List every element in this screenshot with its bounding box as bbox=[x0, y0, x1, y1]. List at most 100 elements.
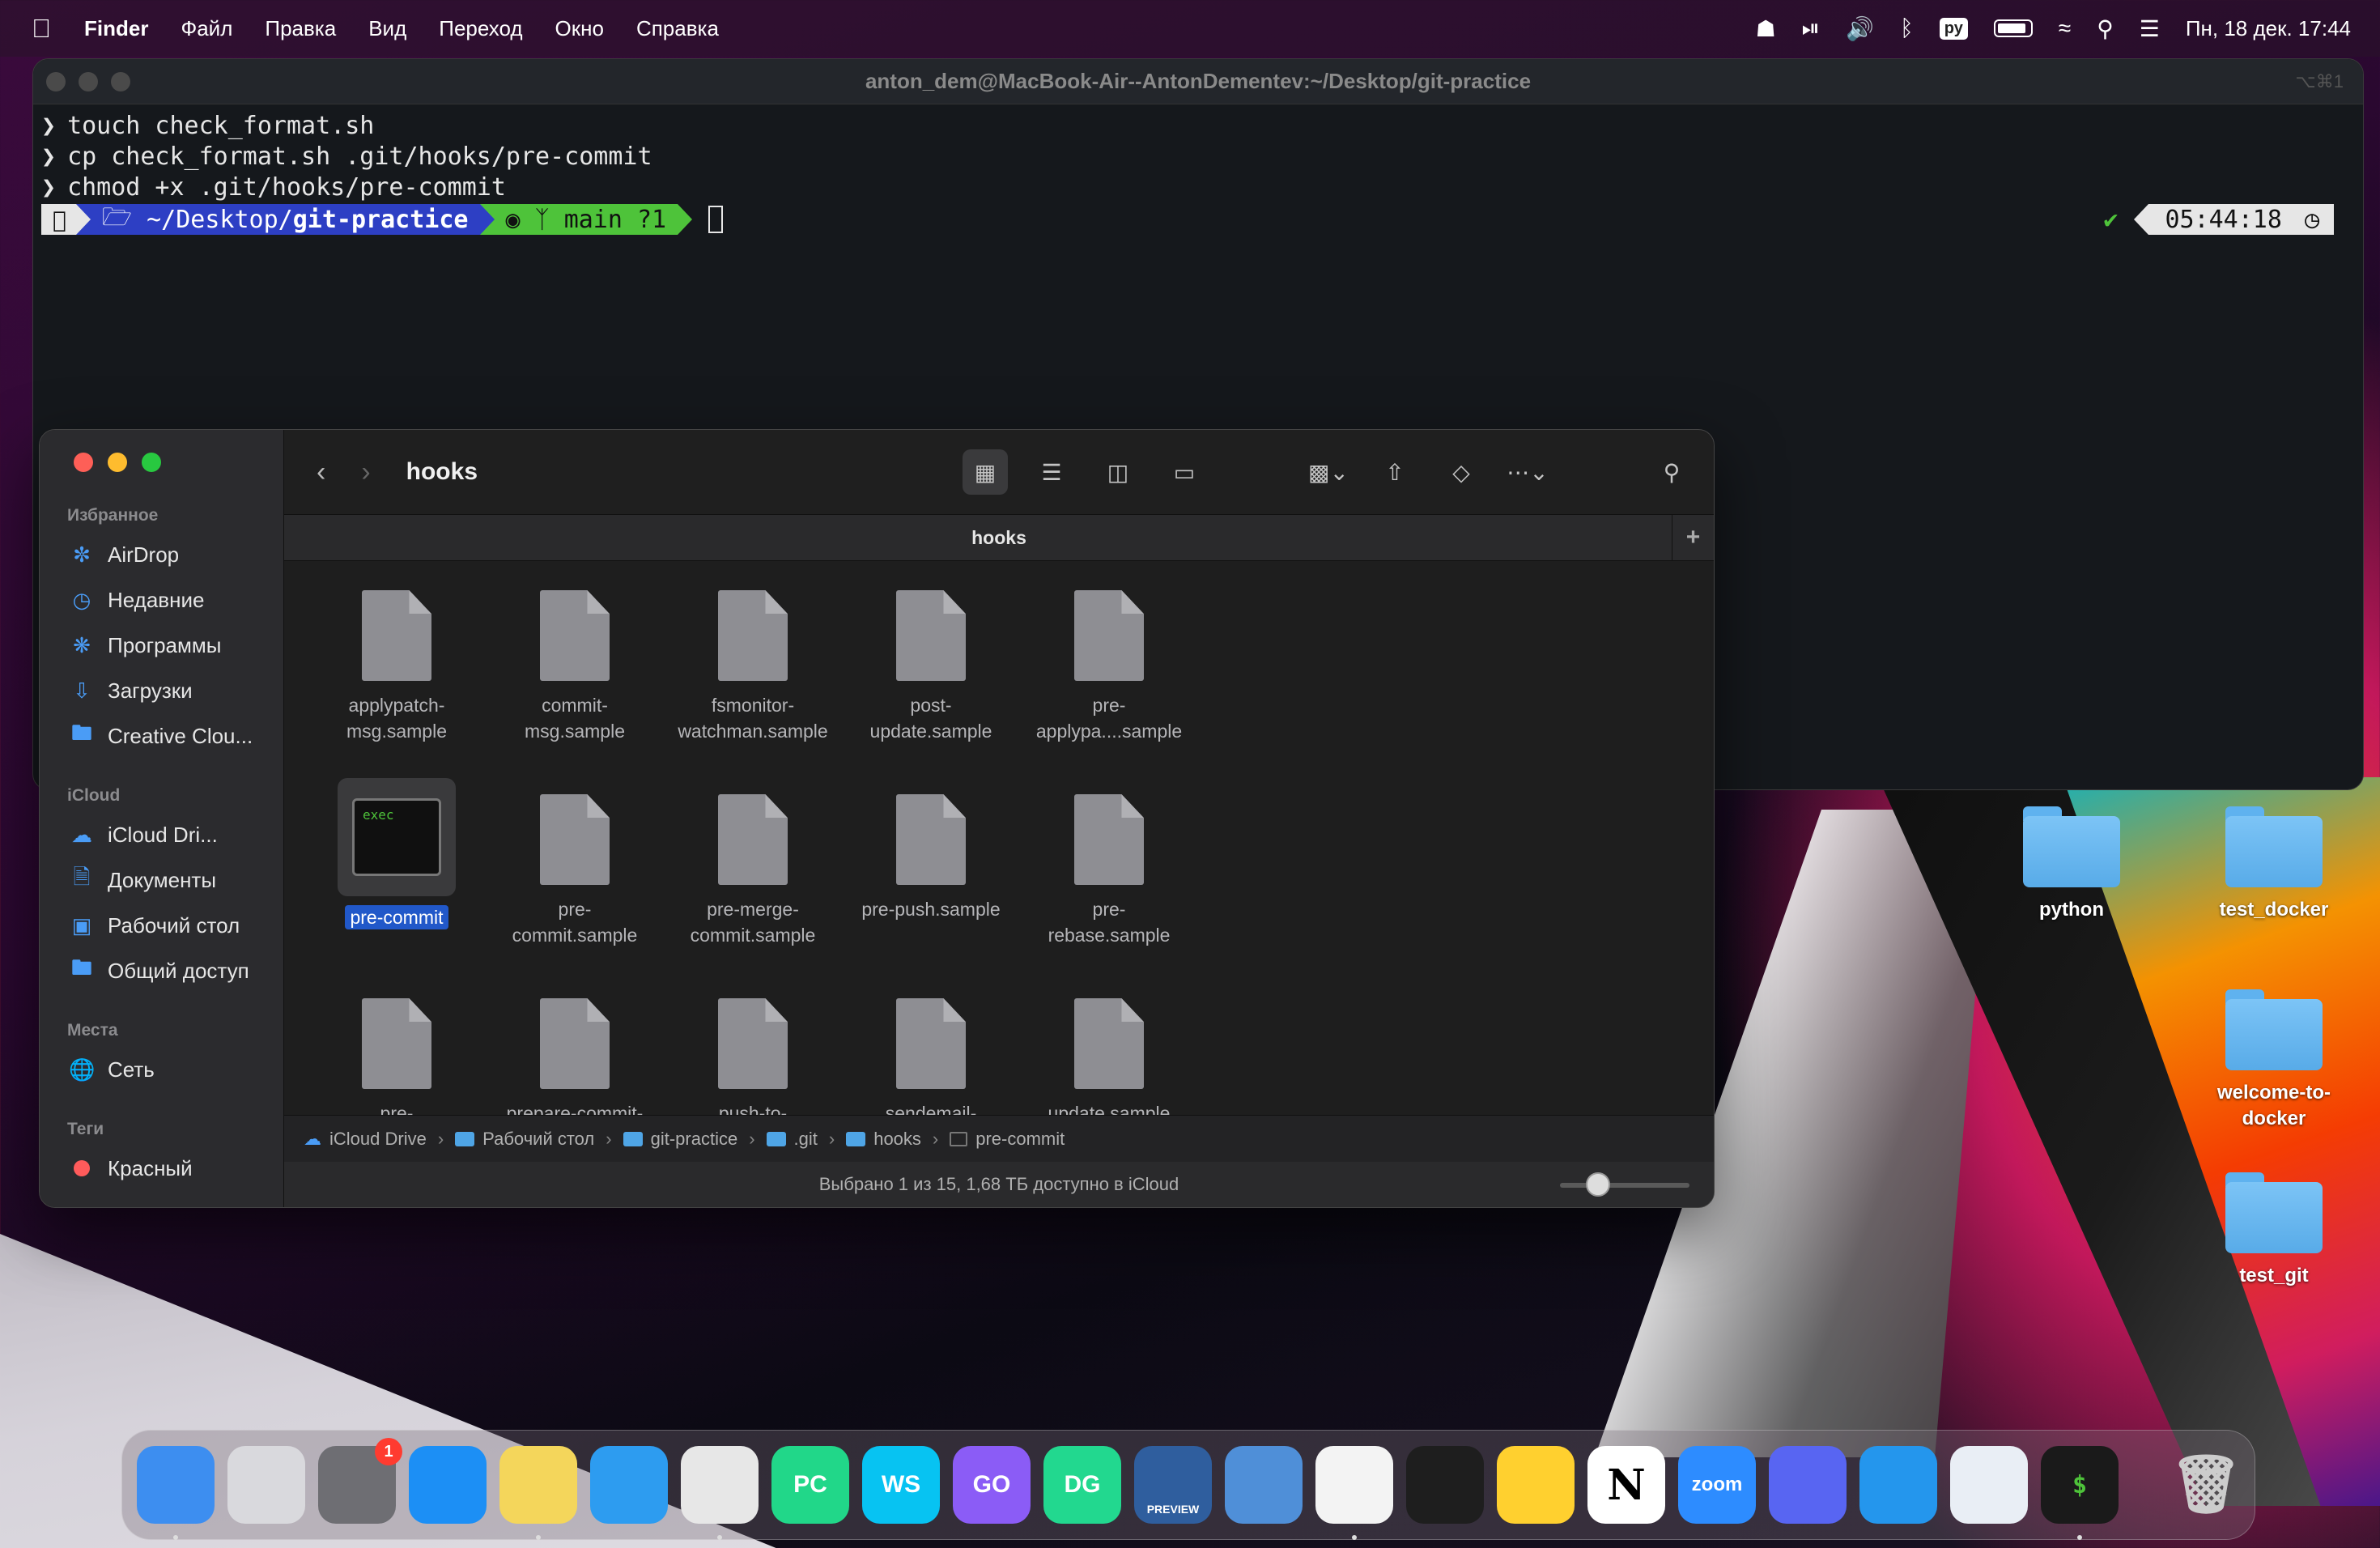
xcode-icon[interactable] bbox=[1225, 1446, 1303, 1524]
file-item[interactable]: pre-merge- commit.sample bbox=[660, 794, 846, 948]
file-item[interactable]: pre-push.sample bbox=[838, 794, 1024, 922]
trash-icon[interactable]: 🗑 bbox=[2167, 1446, 2245, 1524]
icon-size-slider[interactable] bbox=[1560, 1172, 1689, 1197]
path-crumb-pre-commit[interactable]: pre-commit bbox=[950, 1129, 1065, 1150]
menu-go[interactable]: Переход bbox=[439, 16, 522, 41]
sidebar-item-applications[interactable]: ❋ Программы bbox=[40, 623, 283, 668]
miro-icon[interactable] bbox=[1497, 1446, 1575, 1524]
icon-view-button[interactable]: ▦ bbox=[963, 449, 1008, 495]
bluetooth-icon[interactable]: ᛒ bbox=[1900, 15, 1914, 41]
path-crumb-git-practice[interactable]: git-practice › bbox=[623, 1129, 767, 1150]
desktop-folder-welcome-to-docker[interactable]: welcome-to- docker bbox=[2197, 989, 2351, 1132]
notes-icon[interactable] bbox=[499, 1446, 577, 1540]
terminal-titlebar[interactable]: anton_dem@MacBook-Air--AntonDementev:~/D… bbox=[33, 59, 2363, 104]
terminal-minimize-button[interactable] bbox=[79, 71, 98, 91]
file-item[interactable]: pre- rebase.sample bbox=[1016, 794, 1202, 948]
tag-button[interactable]: ◇ bbox=[1439, 449, 1484, 495]
vpn-icon[interactable] bbox=[1950, 1446, 2028, 1524]
list-view-button[interactable]: ☰ bbox=[1029, 449, 1074, 495]
goland-icon[interactable]: GO bbox=[953, 1446, 1031, 1524]
file-item[interactable]: pre- applypa....sample bbox=[1016, 590, 1202, 744]
datagrip-icon[interactable]: DG bbox=[1043, 1446, 1121, 1524]
settings-icon[interactable]: 1 bbox=[318, 1438, 402, 1524]
sidebar-item-documents[interactable]: 🗎 Документы bbox=[40, 857, 283, 903]
column-view-button[interactable]: ◫ bbox=[1095, 449, 1141, 495]
menu-window[interactable]: Окно bbox=[555, 16, 604, 41]
share-button[interactable]: ⇧ bbox=[1372, 449, 1417, 495]
menu-view[interactable]: Вид bbox=[368, 16, 406, 41]
menu-help[interactable]: Справка bbox=[636, 16, 719, 41]
terminal-zoom-button[interactable] bbox=[111, 71, 130, 91]
gallery-view-button[interactable]: ▭ bbox=[1162, 449, 1207, 495]
terminal-output[interactable]: ❯ touch check_format.sh ❯ cp check_format.… bbox=[33, 104, 2363, 242]
slider-knob[interactable] bbox=[1586, 1172, 1610, 1197]
file-item[interactable]: update.sample bbox=[1016, 998, 1202, 1115]
chrome-icon[interactable] bbox=[681, 1446, 759, 1540]
zoom-icon[interactable]: zoom bbox=[1678, 1446, 1756, 1524]
path-crumb-git[interactable]: .git › bbox=[766, 1129, 847, 1150]
file-item[interactable]: sendemail- bbox=[838, 998, 1024, 1115]
docker-icon[interactable] bbox=[1859, 1446, 1937, 1524]
vscode-icon[interactable] bbox=[1315, 1446, 1393, 1540]
edge-preview-icon[interactable]: PREVIEW bbox=[1134, 1446, 1212, 1524]
forward-button[interactable]: › bbox=[361, 457, 370, 488]
desktop-folder-python[interactable]: python bbox=[1995, 806, 2148, 923]
path-crumb-icloud[interactable]: ☁ iCloud Drive › bbox=[304, 1129, 455, 1150]
webstorm-icon[interactable]: WS bbox=[862, 1446, 940, 1524]
control-center-icon[interactable]: ☰ bbox=[2140, 15, 2160, 42]
spotlight-search-icon[interactable]: ⚲ bbox=[2097, 15, 2114, 42]
file-item[interactable]: post- update.sample bbox=[838, 590, 1024, 744]
notion-icon[interactable]: N bbox=[1587, 1446, 1665, 1524]
desktop-folder-test-docker[interactable]: test_docker bbox=[2197, 806, 2351, 923]
file-item[interactable]: exec pre-commit bbox=[304, 778, 490, 930]
sidebar-item-shared[interactable]: 🖿 Общий доступ bbox=[40, 948, 283, 993]
file-item[interactable]: push-to- bbox=[660, 998, 846, 1115]
path-crumb-hooks[interactable]: hooks › bbox=[846, 1129, 950, 1150]
apple-menu-icon[interactable]:  bbox=[29, 14, 53, 44]
file-item[interactable]: commit- msg.sample bbox=[482, 590, 668, 744]
search-button[interactable]: ⚲ bbox=[1649, 449, 1694, 495]
discord-icon[interactable] bbox=[1769, 1446, 1847, 1524]
finder-icon[interactable] bbox=[137, 1446, 215, 1540]
cloud-app-icon[interactable]: ☗ bbox=[1756, 15, 1776, 42]
sidebar-item-desktop[interactable]: ▣ Рабочий стол bbox=[40, 903, 283, 948]
battery-icon[interactable] bbox=[1993, 19, 2033, 37]
sidebar-item-recents[interactable]: ◷ Недавние bbox=[40, 577, 283, 623]
figma-icon[interactable] bbox=[1406, 1446, 1484, 1524]
terminal-close-button[interactable] bbox=[46, 71, 66, 91]
sidebar-item-network[interactable]: 🌐 Сеть bbox=[40, 1047, 283, 1092]
menubar-clock[interactable]: Пн, 18 дек. 17:44 bbox=[2186, 16, 2351, 41]
pycharm-icon[interactable]: PC bbox=[771, 1446, 849, 1524]
finder-zoom-button[interactable] bbox=[142, 453, 161, 472]
back-button[interactable]: ‹ bbox=[317, 457, 325, 488]
more-actions-button[interactable]: ⋯⌄ bbox=[1505, 449, 1550, 495]
menu-app-name[interactable]: Finder bbox=[84, 16, 148, 41]
desktop-folder-test-git[interactable]: test_git bbox=[2197, 1172, 2351, 1289]
menu-edit[interactable]: Правка bbox=[265, 16, 336, 41]
file-item[interactable]: applypatch- msg.sample bbox=[304, 590, 490, 744]
new-tab-button[interactable]: + bbox=[1672, 514, 1714, 561]
input-language-indicator[interactable]: ру bbox=[1939, 17, 1968, 40]
file-item[interactable]: pre- bbox=[304, 998, 490, 1115]
sidebar-item-icloud-drive[interactable]: ☁ iCloud Dri... bbox=[40, 812, 283, 857]
volume-icon[interactable]: 🔊 bbox=[1846, 15, 1874, 42]
terminal-icon[interactable]: $ bbox=[2041, 1446, 2119, 1540]
file-item[interactable]: prepare-commit- bbox=[482, 998, 668, 1115]
finder-minimize-button[interactable] bbox=[108, 453, 127, 472]
file-item[interactable]: pre- commit.sample bbox=[482, 794, 668, 948]
menu-file[interactable]: Файл bbox=[181, 16, 232, 41]
appstore-icon[interactable] bbox=[409, 1446, 487, 1524]
sidebar-item-tag-red[interactable]: Красный bbox=[40, 1146, 283, 1191]
launchpad-icon[interactable] bbox=[227, 1446, 305, 1524]
path-crumb-desktop[interactable]: Рабочий стол › bbox=[455, 1129, 623, 1150]
play-icon[interactable]: ⏯ bbox=[1802, 15, 1820, 42]
sidebar-item-creative-cloud[interactable]: 🖿 Creative Clou... bbox=[40, 713, 283, 759]
tab-hooks[interactable]: hooks bbox=[971, 527, 1026, 549]
file-item[interactable]: fsmonitor- watchman.sample bbox=[660, 590, 846, 744]
sidebar-item-airdrop[interactable]: ✼ AirDrop bbox=[40, 532, 283, 577]
group-by-button[interactable]: ▩⌄ bbox=[1306, 449, 1351, 495]
wifi-icon[interactable]: ≈ bbox=[2059, 15, 2071, 41]
sidebar-item-downloads[interactable]: ⇩ Загрузки bbox=[40, 668, 283, 713]
finder-close-button[interactable] bbox=[74, 453, 93, 472]
safari-icon[interactable] bbox=[590, 1446, 668, 1524]
